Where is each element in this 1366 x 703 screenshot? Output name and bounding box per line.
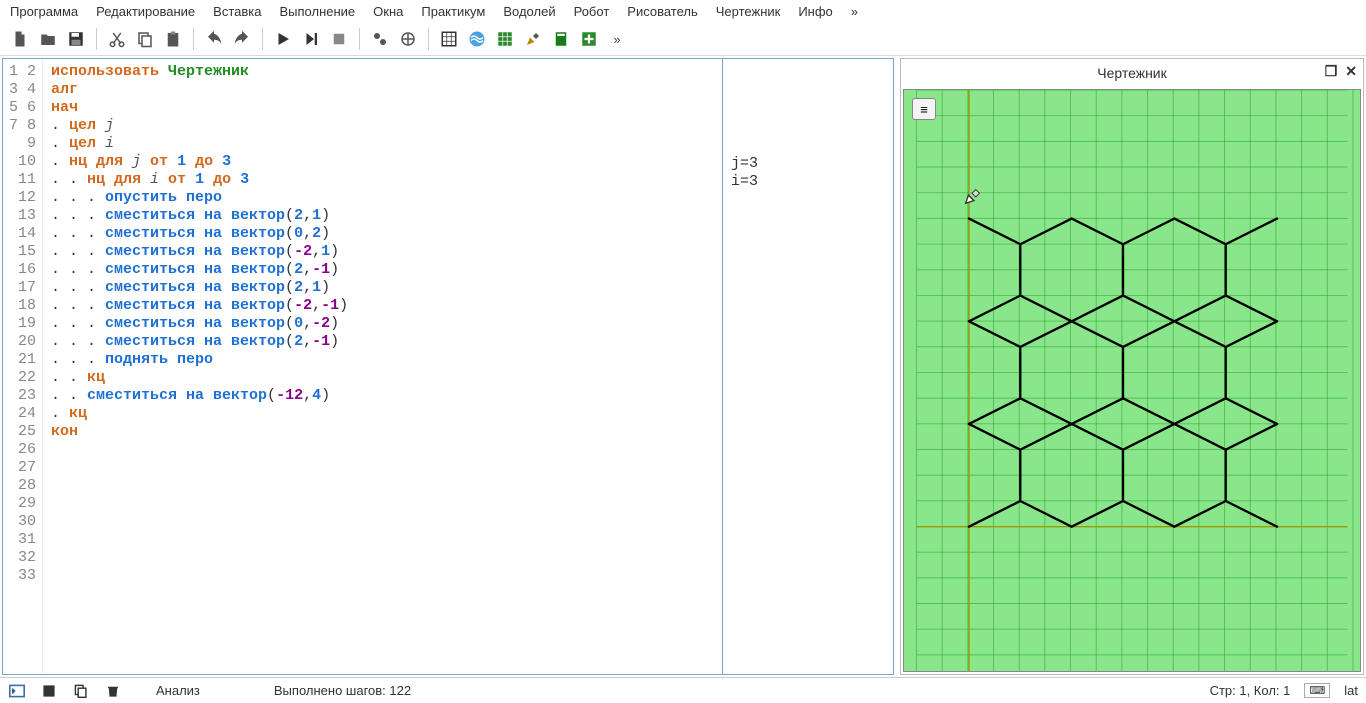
drafter-window: Чертежник ❐ ✕ ≡ [900,58,1364,675]
cut-icon[interactable] [105,27,129,51]
drafter-canvas[interactable]: ≡ [903,89,1361,672]
menu-vodolei[interactable]: Водолей [503,4,555,19]
menu-painter[interactable]: Рисователь [627,4,697,19]
menu-edit[interactable]: Редактирование [96,4,195,19]
output-i: i=3 [731,173,758,190]
grid1-icon[interactable] [437,27,461,51]
pen-icon [962,185,984,207]
output-j: j=3 [731,155,758,172]
save-status-icon[interactable] [40,682,58,700]
menu-run[interactable]: Выполнение [279,4,355,19]
menu-overflow[interactable]: » [851,4,858,19]
new-file-icon[interactable] [8,27,32,51]
copy-icon[interactable] [133,27,157,51]
copy-status-icon[interactable] [72,682,90,700]
menu-program[interactable]: Программа [10,4,78,19]
toolbar-overflow[interactable]: » [605,27,629,51]
analysis-label[interactable]: Анализ [156,683,200,698]
redo-icon[interactable] [230,27,254,51]
brush-icon[interactable] [521,27,545,51]
stop-icon[interactable] [327,27,351,51]
actor2-icon[interactable] [396,27,420,51]
menu-windows[interactable]: Окна [373,4,403,19]
steps-label: Выполнено шагов: 122 [274,683,411,698]
paste-icon[interactable] [161,27,185,51]
waves-icon[interactable] [465,27,489,51]
cursor-position: Стр: 1, Кол: 1 [1210,683,1291,698]
toolbar: » [0,23,1366,56]
console-icon[interactable] [8,682,26,700]
output-panel: j=3i=3 [723,59,893,674]
statusbar: Анализ Выполнено шагов: 122 Стр: 1, Кол:… [0,677,1366,703]
menu-practicum[interactable]: Практикум [421,4,485,19]
plus-grid-icon[interactable] [577,27,601,51]
menubar: Программа Редактирование Вставка Выполне… [0,0,1366,23]
menu-info[interactable]: Инфо [798,4,832,19]
grid2-icon[interactable] [493,27,517,51]
drafter-title: Чертежник [1097,65,1167,81]
step-icon[interactable] [299,27,323,51]
main-area: 1 2 3 4 5 6 7 8 9 10 11 12 13 14 15 16 1… [0,56,1366,677]
close-icon[interactable]: ✕ [1345,63,1357,80]
actor1-icon[interactable] [368,27,392,51]
save-file-icon[interactable] [64,27,88,51]
line-gutter: 1 2 3 4 5 6 7 8 9 10 11 12 13 14 15 16 1… [3,59,43,674]
editor-panel: 1 2 3 4 5 6 7 8 9 10 11 12 13 14 15 16 1… [2,58,894,675]
drafter-titlebar: Чертежник ❐ ✕ [901,59,1363,87]
code-editor[interactable]: использовать Чертежник алг нач . цел j .… [43,59,723,674]
menu-robot[interactable]: Робот [574,4,610,19]
keyboard-icon[interactable]: ⌨ [1304,683,1330,698]
input-mode[interactable]: lat [1344,683,1358,698]
trash-status-icon[interactable] [104,682,122,700]
menu-drafter[interactable]: Чертежник [716,4,781,19]
maximize-icon[interactable]: ❐ [1325,63,1338,80]
open-file-icon[interactable] [36,27,60,51]
undo-icon[interactable] [202,27,226,51]
canvas-menu-icon[interactable]: ≡ [912,98,936,120]
menu-insert[interactable]: Вставка [213,4,261,19]
book-icon[interactable] [549,27,573,51]
drawing-svg [904,90,1360,671]
run-icon[interactable] [271,27,295,51]
